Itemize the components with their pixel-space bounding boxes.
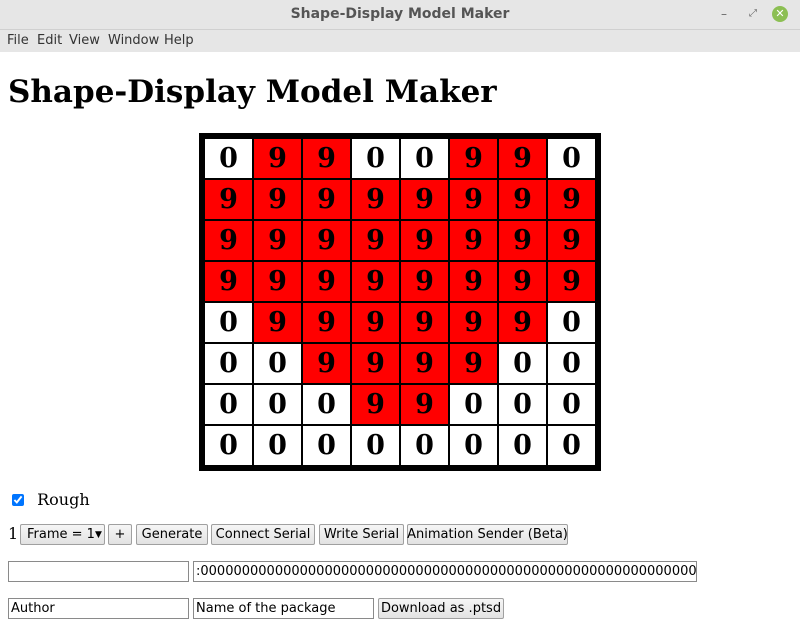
animation-sender-button[interactable]: Animation Sender (Beta) (407, 524, 568, 545)
author-input[interactable]: Author (8, 598, 189, 619)
grid-cell[interactable]: 9 (204, 261, 253, 302)
grid-cell[interactable]: 0 (253, 384, 302, 425)
rough-option: Rough (12, 490, 90, 509)
grid-cell[interactable]: 0 (204, 343, 253, 384)
grid-cell[interactable]: 9 (498, 220, 547, 261)
grid-cell[interactable]: 0 (204, 302, 253, 343)
menu-view[interactable]: View (69, 33, 100, 48)
menu-edit[interactable]: Edit (37, 33, 62, 48)
grid-cell[interactable]: 9 (302, 302, 351, 343)
grid-cell[interactable]: 0 (547, 302, 596, 343)
grid-cell[interactable]: 0 (302, 425, 351, 466)
title-bar: Shape-Display Model Maker – ⤢ ✕ (0, 0, 800, 30)
grid-cell[interactable]: 9 (400, 302, 449, 343)
grid-cell[interactable]: 0 (498, 425, 547, 466)
grid-cell[interactable]: 9 (351, 384, 400, 425)
grid-cell[interactable]: 0 (449, 425, 498, 466)
connect-serial-button[interactable]: Connect Serial (211, 524, 315, 545)
shape-grid: 0990099099999999999999999999999909999990… (199, 133, 601, 471)
grid-cell[interactable]: 9 (400, 343, 449, 384)
frame-select[interactable]: Frame = 1 ▼ (20, 524, 105, 545)
grid-cell[interactable]: 9 (400, 261, 449, 302)
chevron-down-icon: ▼ (94, 529, 102, 540)
grid-cell[interactable]: 9 (449, 220, 498, 261)
grid-cell[interactable]: 9 (449, 261, 498, 302)
grid-cell[interactable]: 0 (400, 138, 449, 179)
grid-cell[interactable]: 9 (498, 138, 547, 179)
close-icon[interactable]: ✕ (772, 6, 788, 22)
grid-cell[interactable]: 9 (449, 138, 498, 179)
grid-cell[interactable]: 9 (253, 138, 302, 179)
grid-cell[interactable]: 9 (498, 261, 547, 302)
grid-cell[interactable]: 9 (253, 179, 302, 220)
menu-window[interactable]: Window (108, 33, 159, 48)
grid-cell[interactable]: 9 (253, 302, 302, 343)
grid-cell[interactable]: 0 (204, 138, 253, 179)
grid-cell[interactable]: 9 (302, 220, 351, 261)
grid-cell[interactable]: 9 (547, 261, 596, 302)
grid-cell[interactable]: 9 (204, 220, 253, 261)
grid-cell[interactable]: 0 (351, 138, 400, 179)
grid-cell[interactable]: 0 (449, 384, 498, 425)
grid-cell[interactable]: 0 (400, 425, 449, 466)
menu-file[interactable]: File (7, 33, 29, 48)
maximize-icon[interactable]: ⤢ (745, 6, 761, 22)
grid-cell[interactable]: 9 (253, 220, 302, 261)
frame-select-value: Frame = 1 (27, 527, 95, 542)
grid-cell[interactable]: 9 (302, 179, 351, 220)
grid-cell[interactable]: 9 (253, 261, 302, 302)
grid-cell[interactable]: 9 (498, 179, 547, 220)
grid-cell[interactable]: 9 (302, 343, 351, 384)
write-serial-button[interactable]: Write Serial (319, 524, 404, 545)
grid-cell[interactable]: 9 (351, 343, 400, 384)
grid-cell[interactable]: 9 (400, 179, 449, 220)
grid-cell[interactable]: 9 (351, 220, 400, 261)
grid-cell[interactable]: 9 (449, 343, 498, 384)
minimize-icon[interactable]: – (716, 6, 732, 22)
window-title: Shape-Display Model Maker (290, 6, 510, 22)
grid-cell[interactable]: 0 (547, 384, 596, 425)
grid-cell[interactable]: 0 (253, 425, 302, 466)
grid-cell[interactable]: 9 (547, 179, 596, 220)
serial-output-field[interactable]: :000000000000000000000000000000000000000… (193, 561, 697, 582)
menu-bar: File Edit View Window Help (0, 30, 800, 52)
grid-cell[interactable]: 0 (302, 384, 351, 425)
grid-cell[interactable]: 0 (498, 343, 547, 384)
grid-cell[interactable]: 0 (204, 384, 253, 425)
grid-cell[interactable]: 9 (351, 261, 400, 302)
grid-cell[interactable]: 0 (204, 425, 253, 466)
rough-checkbox[interactable] (12, 494, 24, 506)
frame-count: 1 (8, 524, 19, 543)
download-button[interactable]: Download as .ptsd (378, 598, 504, 619)
grid-cell[interactable]: 0 (547, 343, 596, 384)
grid-cell[interactable]: 0 (547, 425, 596, 466)
grid-cell[interactable]: 0 (351, 425, 400, 466)
grid-cell[interactable]: 0 (547, 138, 596, 179)
generate-button[interactable]: Generate (136, 524, 208, 545)
grid-cell[interactable]: 9 (204, 179, 253, 220)
serial-input[interactable] (8, 561, 189, 582)
rough-label: Rough (37, 490, 90, 509)
grid-cell[interactable]: 9 (351, 302, 400, 343)
add-frame-button[interactable]: + (108, 524, 132, 545)
grid-cell[interactable]: 9 (400, 220, 449, 261)
grid-cell[interactable]: 0 (253, 343, 302, 384)
grid-cell[interactable]: 9 (449, 179, 498, 220)
menu-help[interactable]: Help (164, 33, 194, 48)
grid-cell[interactable]: 9 (449, 302, 498, 343)
grid-cell[interactable]: 9 (498, 302, 547, 343)
grid-cell[interactable]: 9 (547, 220, 596, 261)
grid-cell[interactable]: 9 (302, 138, 351, 179)
page-title: Shape-Display Model Maker (8, 74, 497, 110)
grid-cell[interactable]: 9 (400, 384, 449, 425)
grid-cell[interactable]: 0 (498, 384, 547, 425)
grid-cell[interactable]: 9 (302, 261, 351, 302)
grid-cell[interactable]: 9 (351, 179, 400, 220)
package-name-input[interactable]: Name of the package (193, 598, 374, 619)
